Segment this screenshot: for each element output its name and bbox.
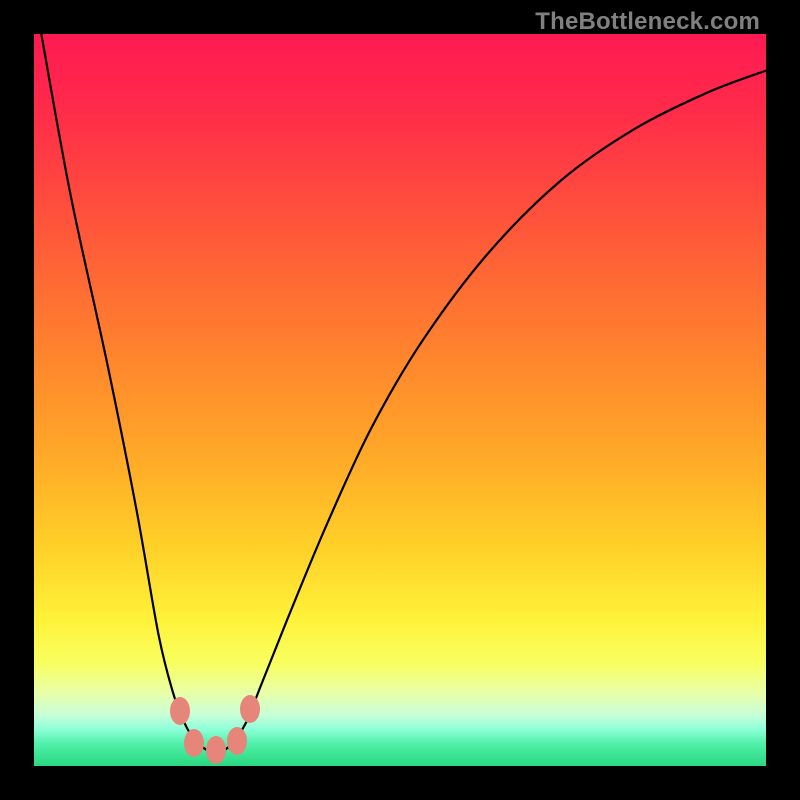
- watermark-text: TheBottleneck.com: [535, 8, 760, 36]
- bottleneck-curve: [41, 34, 766, 753]
- plot-area: [34, 34, 766, 766]
- curve-marker: [240, 695, 260, 723]
- curve-svg: [34, 34, 766, 766]
- curve-marker: [206, 736, 226, 764]
- curve-marker: [184, 729, 204, 757]
- chart-frame: TheBottleneck.com: [0, 0, 800, 800]
